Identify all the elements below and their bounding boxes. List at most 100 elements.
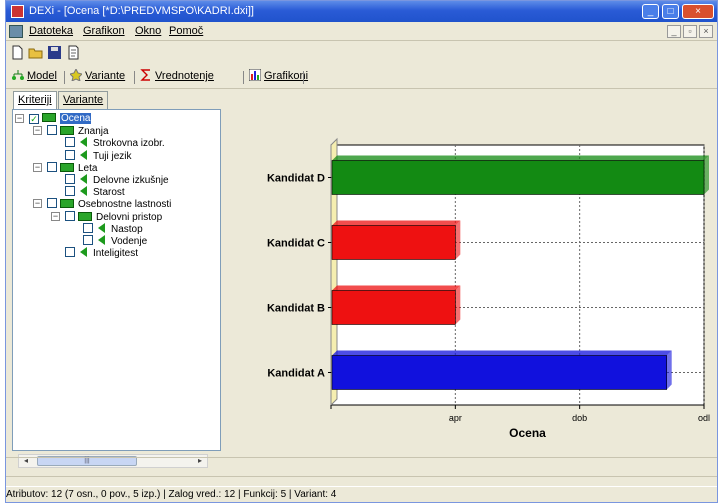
bar-top-face — [332, 220, 461, 226]
tab-kriteriji[interactable]: Kriteriji — [13, 91, 57, 109]
tree-checkbox[interactable] — [65, 174, 75, 184]
menu-pomoc[interactable]: Pomoč — [169, 25, 203, 37]
bar-side-face — [666, 350, 672, 390]
variants-icon — [70, 69, 82, 81]
tab-left-variante[interactable]: Variante — [58, 91, 109, 109]
collapse-toggle[interactable]: − — [33, 126, 42, 136]
basic-attribute-icon — [80, 247, 87, 258]
tab-variante[interactable]: Variante — [70, 69, 125, 86]
tree-node-label: Leta — [78, 162, 98, 174]
tree-node-label: Ocena — [60, 113, 92, 124]
model-tree-icon — [12, 70, 24, 80]
maximize-button[interactable]: □ — [662, 4, 679, 19]
x-tick-label: dob — [572, 413, 587, 423]
bar-kandidat-c — [331, 225, 456, 260]
bar-side-face — [704, 155, 709, 195]
tab-divider — [243, 71, 244, 84]
open-folder-icon[interactable] — [28, 45, 43, 60]
x-tick-label: apr — [449, 413, 462, 423]
menu-bar: Datoteka Grafikon Okno Pomoč _ ▫ × — [6, 22, 717, 41]
tree-checkbox[interactable] — [65, 149, 75, 160]
tab-divider — [134, 71, 135, 84]
tree-node-label: Nastop — [111, 223, 143, 235]
tree-node-label: Inteligitest — [93, 248, 139, 260]
child-restore-button[interactable]: ▫ — [683, 25, 697, 38]
tab-grafikoni[interactable]: Grafikoni — [249, 69, 308, 86]
bar-side-face — [455, 285, 461, 325]
tree-node-label: Osebnostne lastnosti — [78, 199, 172, 211]
tree-checkbox[interactable] — [83, 222, 93, 233]
tree-checkbox[interactable] — [65, 247, 75, 258]
aggregate-attribute-icon — [60, 199, 74, 209]
tree-node[interactable]: Strokovna izobr. — [65, 137, 165, 149]
child-minimize-button[interactable]: _ — [667, 25, 681, 38]
new-file-icon[interactable] — [10, 45, 25, 60]
basic-attribute-icon — [80, 149, 87, 160]
tree-node[interactable]: Tuji jezik — [65, 149, 132, 162]
toolbar — [6, 42, 717, 64]
menu-okno[interactable]: Okno — [135, 25, 161, 37]
menu-grafikon[interactable]: Grafikon — [83, 25, 125, 37]
bar-top-face — [332, 350, 672, 356]
bar-kandidat-b — [331, 290, 456, 325]
tree-node-label: Strokovna izobr. — [93, 138, 165, 150]
criteria-tree: ✓ Ocena − Znanja − Strokovna izobr. Tuji jezik… — [12, 109, 221, 468]
y-tick-label: Kandidat B — [267, 303, 325, 315]
status-bar: Atributov: 12 (7 osn., 0 pov., 5 izp.) |… — [6, 486, 717, 503]
tree-node[interactable]: Nastop — [83, 222, 143, 235]
tree-checkbox[interactable] — [65, 186, 75, 197]
tab-divider — [64, 71, 65, 84]
tree-checkbox[interactable]: ✓ — [29, 114, 39, 124]
tree-checkbox[interactable] — [47, 198, 57, 209]
print-preview-icon[interactable] — [66, 45, 81, 60]
evaluation-chart: Kandidat D Kandidat C Kandidat B Kandidat A… — [267, 137, 710, 440]
basic-attribute-icon — [80, 186, 87, 197]
tree-node[interactable]: Delovne izkušnje — [65, 174, 169, 186]
collapse-toggle[interactable]: − — [15, 114, 24, 123]
tree-node-label: Starost — [93, 187, 125, 199]
aggregate-attribute-icon — [60, 126, 74, 136]
tree-node-label: Tuji jezik — [93, 150, 132, 162]
tree-node-label: Delovni pristop — [96, 211, 163, 223]
tree-node[interactable]: Inteligitest — [65, 247, 138, 259]
tree-checkbox[interactable] — [47, 161, 57, 172]
y-tick-label: Kandidat C — [267, 238, 325, 250]
aggregate-attribute-icon — [78, 211, 92, 221]
save-icon[interactable] — [47, 45, 62, 60]
child-close-button[interactable]: × — [699, 25, 713, 38]
criteria-panel: Kriteriji Variante ✓ Ocena − Znanja − Strokov… — [8, 90, 224, 468]
bar-kandidat-d — [331, 160, 705, 195]
tree-checkbox[interactable] — [83, 235, 93, 245]
tree-node[interactable]: Delovni pristop — [65, 210, 163, 223]
minimize-button[interactable]: _ — [642, 4, 659, 19]
tree-checkbox[interactable] — [65, 210, 75, 221]
close-button[interactable]: × — [682, 4, 714, 19]
collapse-toggle[interactable]: − — [51, 211, 60, 221]
collapse-toggle[interactable]: − — [33, 199, 42, 209]
tab-model[interactable]: Model — [12, 69, 57, 86]
mdi-child-icon[interactable] — [9, 25, 23, 38]
menu-datoteka[interactable]: Datoteka — [29, 25, 73, 37]
bar-side-face — [455, 220, 461, 260]
bar-top-face — [332, 155, 709, 161]
bottom-panel — [6, 457, 717, 477]
tab-vrednotenje[interactable]: Vrednotenje — [140, 69, 214, 86]
tree-node[interactable]: Leta — [47, 161, 98, 174]
tree-node[interactable]: Osebnostne lastnosti — [47, 198, 171, 210]
tree-checkbox[interactable] — [47, 125, 57, 136]
bar-kandidat-a — [331, 355, 668, 390]
tab-divider — [303, 71, 304, 84]
aggregate-attribute-icon — [60, 162, 74, 172]
sigma-icon — [140, 69, 150, 81]
x-axis-title: Ocena — [509, 426, 546, 440]
tree-node[interactable]: Vodenje — [83, 235, 147, 247]
tree-node[interactable]: Starost — [65, 186, 125, 198]
window-title: DEXi - [Ocena [*D:\PREDVMSPO\KADRI.dxi]] — [29, 5, 254, 17]
title-bar[interactable]: DEXi - [Ocena [*D:\PREDVMSPO\KADRI.dxi]]… — [6, 1, 717, 22]
main-window: DEXi - [Ocena [*D:\PREDVMSPO\KADRI.dxi]]… — [5, 0, 718, 503]
tree-node[interactable]: Znanja — [47, 125, 109, 137]
tree-node[interactable]: ✓ Ocena — [29, 113, 92, 125]
tree-checkbox[interactable] — [65, 137, 75, 148]
bar-top-face — [332, 285, 461, 291]
collapse-toggle[interactable]: − — [33, 162, 42, 172]
